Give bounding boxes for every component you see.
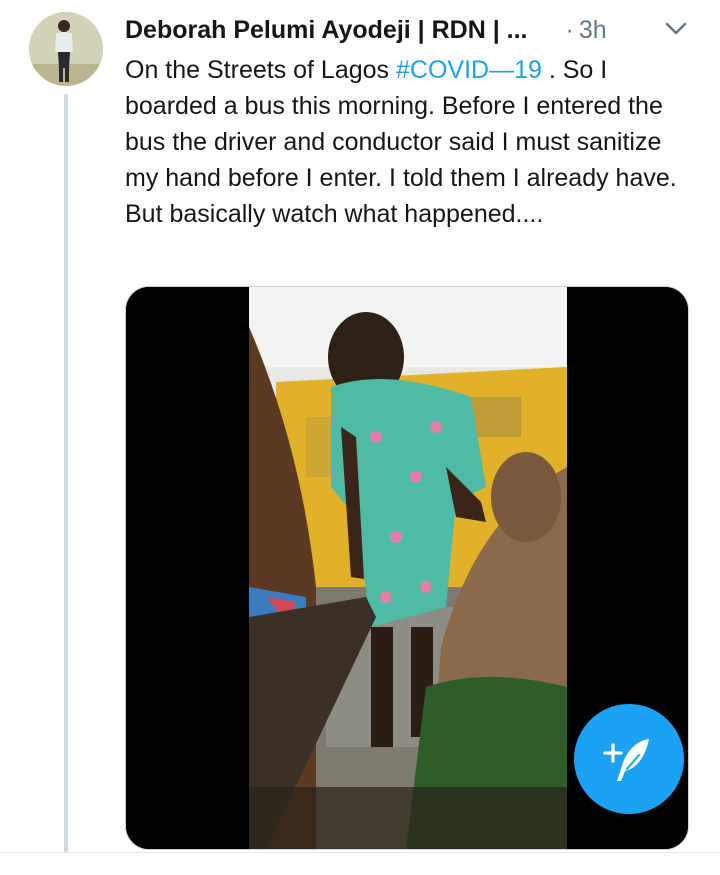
tweet-divider — [0, 852, 720, 853]
hashtag-link[interactable]: #COVID—19 — [396, 56, 542, 84]
tweet-text-part: On the Streets of Lagos — [125, 56, 396, 84]
tweet-text: On the Streets of Lagos #COVID—19 . So I… — [125, 52, 700, 232]
time-separator: · — [565, 15, 574, 44]
feather-plus-icon — [603, 739, 649, 781]
avatar[interactable] — [29, 12, 103, 86]
thread-line — [64, 94, 68, 852]
tweet[interactable]: Deborah Pelumi Ayodeji | RDN | ... · 3h … — [0, 0, 720, 852]
compose-tweet-button[interactable] — [574, 704, 684, 814]
author-name[interactable]: Deborah Pelumi Ayodeji | RDN | ... — [125, 16, 527, 45]
avatar-image — [29, 12, 103, 86]
tweet-header: Deborah Pelumi Ayodeji | RDN | ... · 3h — [125, 12, 695, 48]
timestamp[interactable]: 3h — [579, 16, 607, 45]
chevron-down-icon[interactable] — [661, 14, 691, 44]
